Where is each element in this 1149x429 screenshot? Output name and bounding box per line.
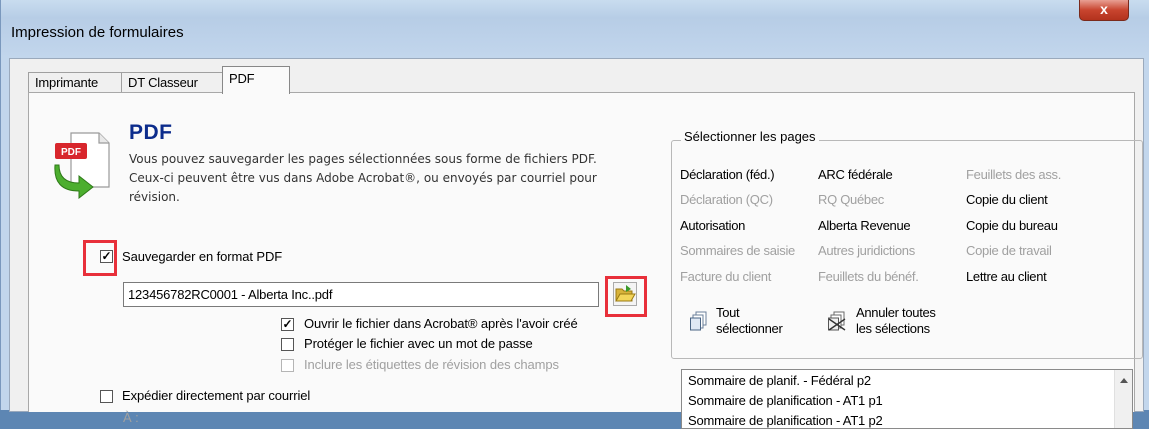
- browse-folder-button[interactable]: [613, 282, 637, 306]
- select-all-label-2[interactable]: sélectionner: [716, 321, 783, 336]
- tab-dt-classeur[interactable]: DT Classeur: [121, 72, 230, 93]
- pdf-filename-input[interactable]: 123456782RC0001 - Alberta Inc..pdf: [123, 282, 599, 307]
- svg-text:PDF: PDF: [61, 147, 81, 158]
- page-option-rq-quebec[interactable]: RQ Québec: [818, 192, 884, 207]
- page-option-autres-juridictions[interactable]: Autres juridictions: [818, 243, 915, 258]
- email-direct-checkbox[interactable]: [100, 390, 113, 403]
- page-option-copie-bureau[interactable]: Copie du bureau: [966, 218, 1058, 233]
- page-option-alberta-revenue[interactable]: Alberta Revenue: [818, 218, 911, 233]
- page-option-feuillets-ass[interactable]: Feuillets des ass.: [966, 167, 1061, 182]
- tab-imprimante[interactable]: Imprimante: [28, 72, 130, 93]
- open-acrobat-checkbox[interactable]: ✓: [281, 318, 294, 331]
- title-bar[interactable]: Impression de formulaires x: [1, 0, 1149, 58]
- page-option-autorisation[interactable]: Autorisation: [680, 218, 745, 233]
- dialog-body: Imprimante DT Classeur PDF PDF PDF Vous …: [9, 58, 1144, 429]
- close-button[interactable]: x: [1079, 0, 1129, 21]
- page-option-facture-client[interactable]: Facture du client: [680, 269, 771, 284]
- selected-pages-list[interactable]: Sommaire de planif. - Fédéral p2 Sommair…: [681, 369, 1133, 429]
- select-all-label-1[interactable]: Tout: [716, 305, 740, 320]
- pdf-document-icon: PDF: [54, 132, 110, 199]
- page-option-declaration-qc[interactable]: Déclaration (QC): [680, 192, 773, 207]
- page-option-arc-federale[interactable]: ARC fédérale: [818, 167, 893, 182]
- list-item[interactable]: Sommaire de planification - AT1 p1: [688, 393, 883, 408]
- folder-open-icon: [615, 285, 636, 302]
- page-option-feuillets-benef[interactable]: Feuillets du bénéf.: [818, 269, 919, 284]
- email-direct-label: Expédier directement par courriel: [122, 388, 311, 403]
- save-pdf-checkbox[interactable]: ✓: [100, 250, 113, 263]
- clear-selection-icon[interactable]: [828, 311, 846, 331]
- page-option-copie-client[interactable]: Copie du client: [966, 192, 1048, 207]
- dialog-window: Impression de formulaires x Imprimante D…: [0, 0, 1149, 429]
- select-all-icon[interactable]: [690, 311, 708, 331]
- tab-pdf[interactable]: PDF: [222, 66, 290, 94]
- pdf-heading: PDF: [129, 121, 173, 144]
- list-item[interactable]: Sommaire de planification - AT1 p2: [688, 413, 883, 428]
- include-tags-checkbox[interactable]: [281, 359, 294, 372]
- open-acrobat-label: Ouvrir le fichier dans Acrobat® après l'…: [304, 316, 578, 331]
- cancel-all-label-1[interactable]: Annuler toutes: [856, 305, 936, 320]
- page-option-declaration-fed[interactable]: Déclaration (féd.): [680, 167, 775, 182]
- protect-password-checkbox[interactable]: [281, 338, 294, 351]
- page-option-copie-travail[interactable]: Copie de travail: [966, 243, 1052, 258]
- page-option-lettre-client[interactable]: Lettre au client: [966, 269, 1047, 284]
- pdf-description: Vous pouvez sauvegarder les pages sélect…: [129, 152, 597, 204]
- page-option-sommaires-saisie[interactable]: Sommaires de saisie: [680, 243, 795, 258]
- pdf-tab-panel: PDF PDF Vous pouvez sauvegarder les page…: [28, 92, 1143, 429]
- list-item[interactable]: Sommaire de planif. - Fédéral p2: [688, 373, 871, 388]
- page-select-title: Sélectionner les pages: [681, 129, 819, 144]
- list-scrollbar[interactable]: [1114, 370, 1132, 428]
- include-tags-label: Inclure les étiquettes de révision des c…: [304, 357, 559, 372]
- to-label: À :: [123, 410, 139, 425]
- save-pdf-label: Sauvegarder en format PDF: [122, 249, 283, 264]
- cancel-all-label-2[interactable]: les sélections: [856, 321, 930, 336]
- protect-password-label: Protéger le fichier avec un mot de passe: [304, 336, 533, 351]
- scroll-up-arrow-icon[interactable]: [1120, 378, 1128, 383]
- window-title: Impression de formulaires: [11, 24, 184, 41]
